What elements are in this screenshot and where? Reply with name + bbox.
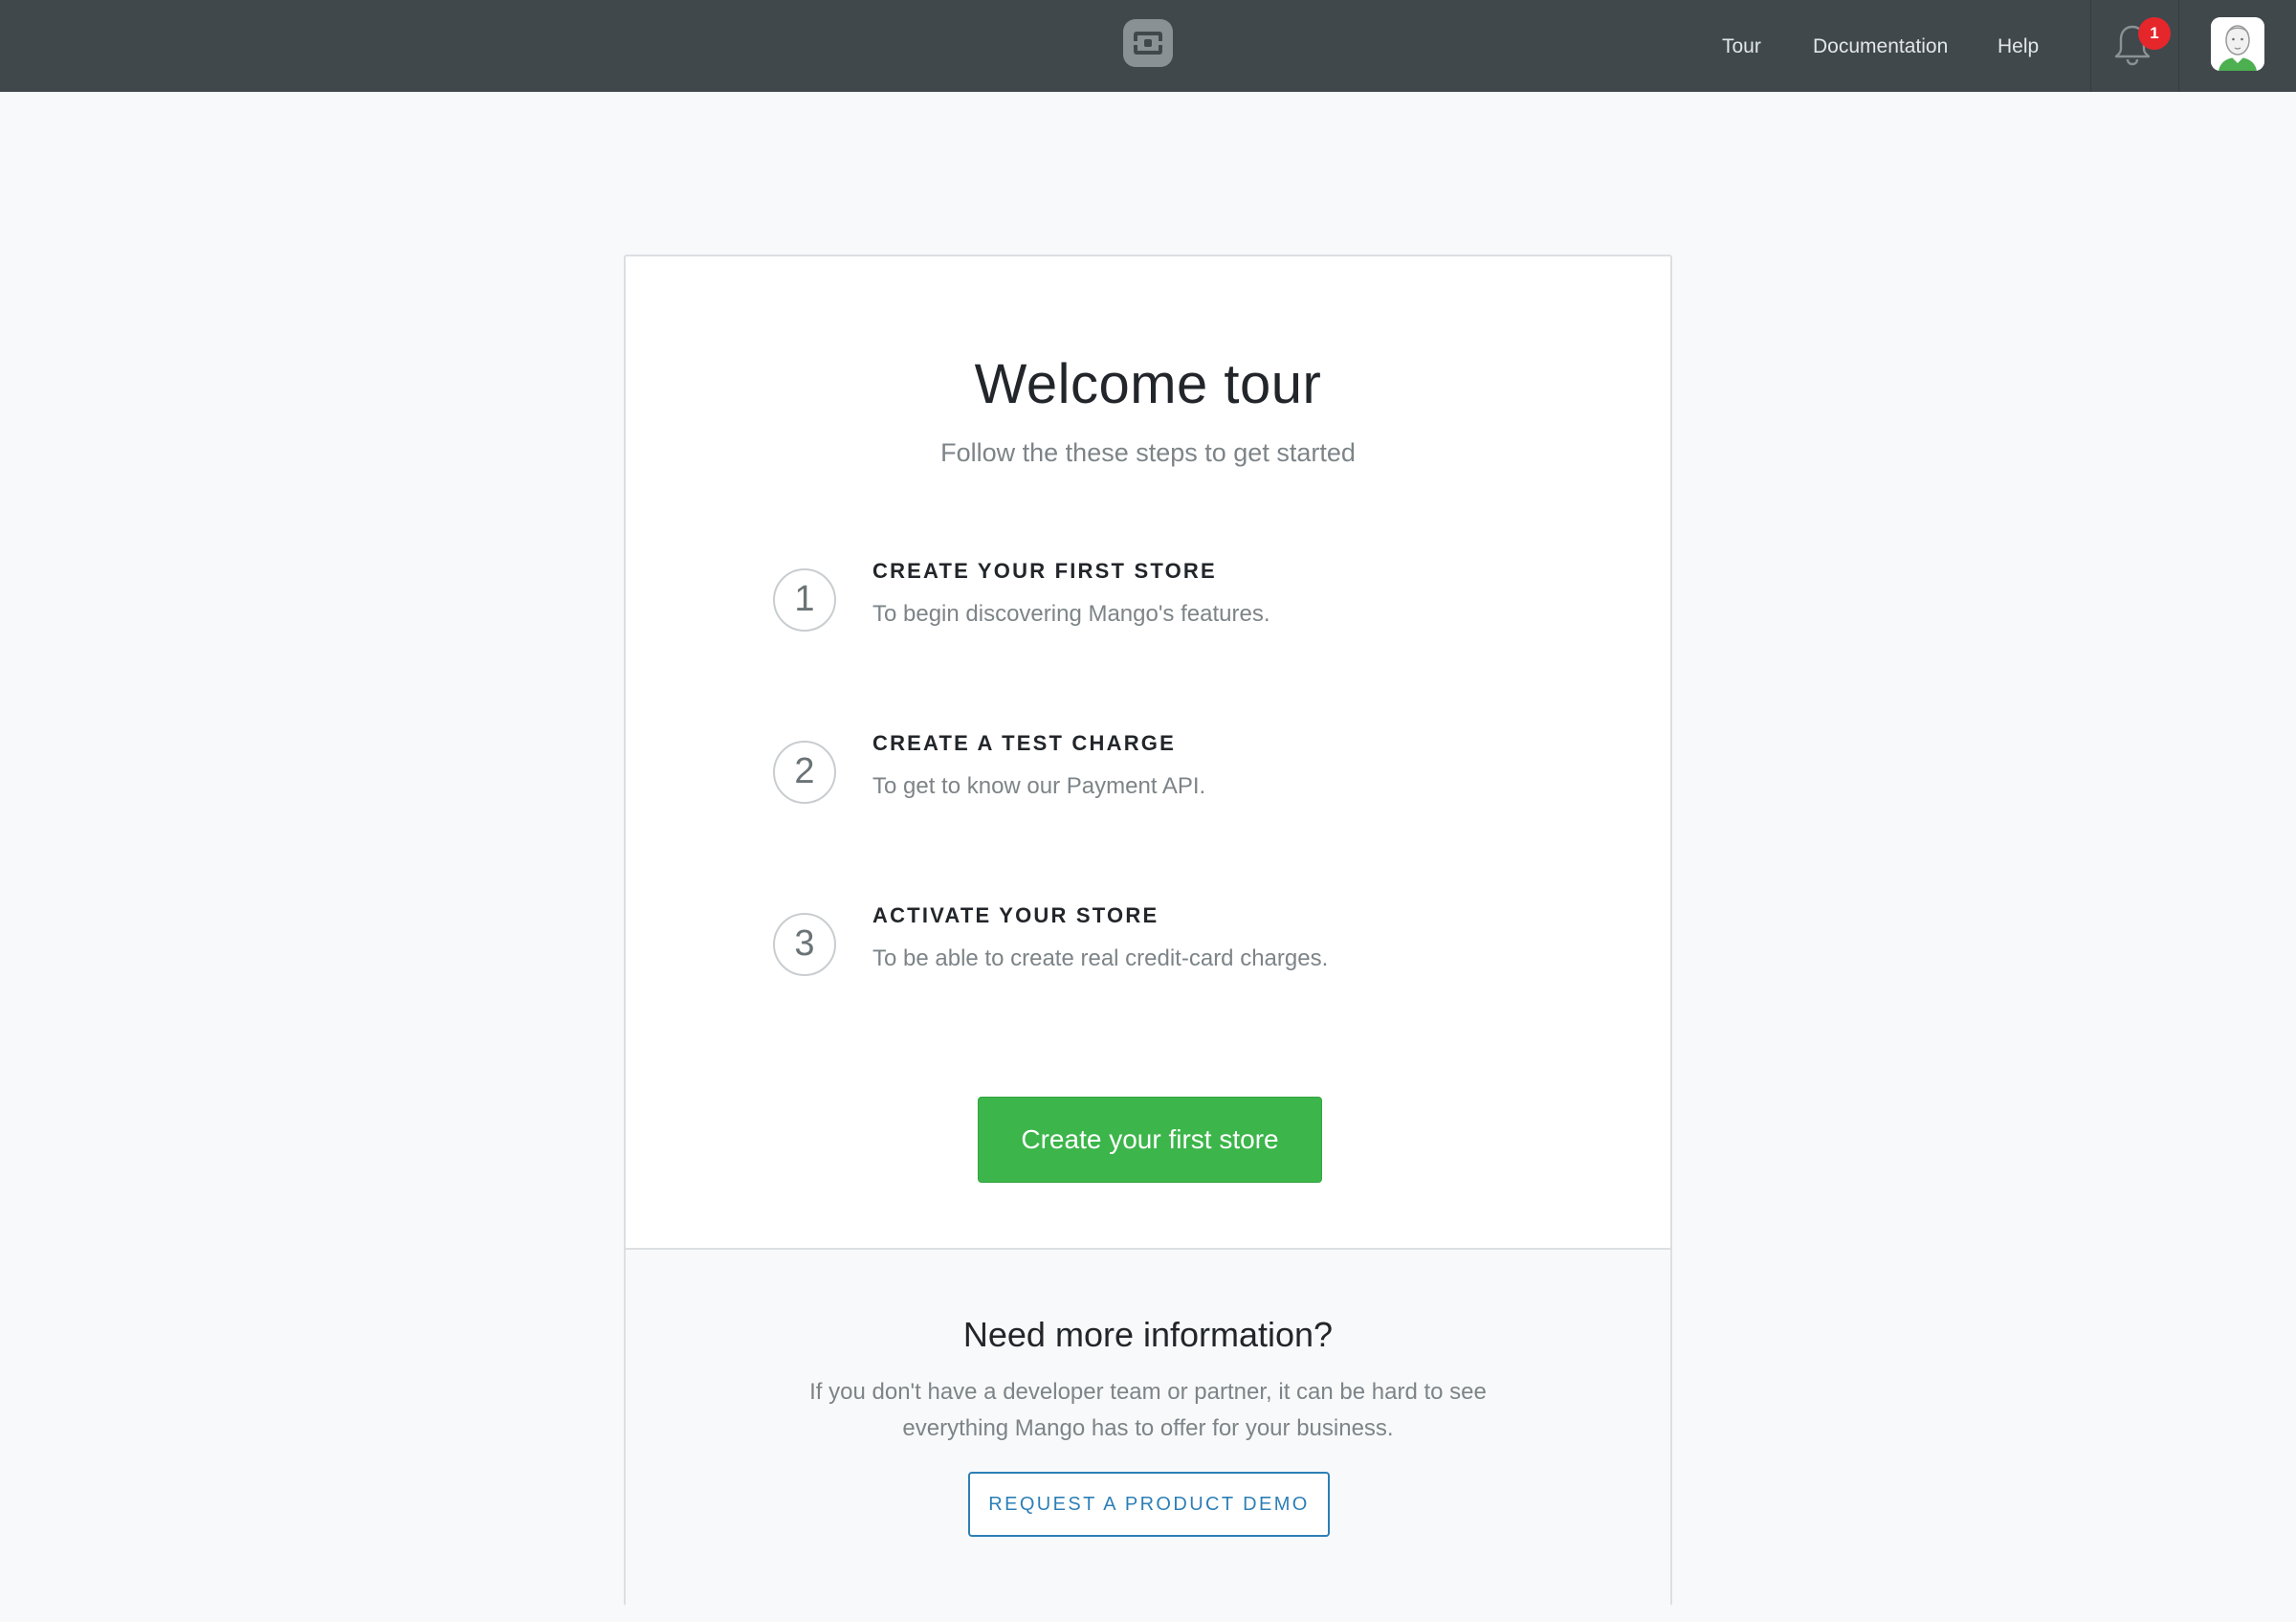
tour-step: 2 CREATE A TEST CHARGE To get to know ou… <box>773 731 1538 827</box>
user-avatar[interactable] <box>2211 17 2264 71</box>
page-title: Welcome tour <box>974 353 1322 415</box>
nav-link-tour[interactable]: Tour <box>1722 34 1761 59</box>
nav-link-help[interactable]: Help <box>1998 34 2039 59</box>
notification-count-badge: 1 <box>2138 17 2171 50</box>
logo-dot <box>1144 39 1152 47</box>
page-subtitle: Follow the these steps to get started <box>940 438 1356 467</box>
nav-link-documentation[interactable]: Documentation <box>1813 34 1948 59</box>
more-information-section: Need more information? If you don't have… <box>626 1248 1670 1606</box>
nav-divider <box>2178 0 2179 92</box>
step-description: To get to know our Payment API. <box>872 773 1206 799</box>
create-first-store-button[interactable]: Create your first store <box>978 1097 1322 1183</box>
welcome-tour-card: Welcome tour Follow the these steps to g… <box>624 255 1672 1606</box>
request-product-demo-button[interactable]: REQUEST A PRODUCT DEMO <box>968 1472 1330 1537</box>
step-title: ACTIVATE YOUR STORE <box>872 903 1159 927</box>
step-title: CREATE A TEST CHARGE <box>872 731 1176 755</box>
footer-title: Need more information? <box>962 1315 1334 1354</box>
step-title: CREATE YOUR FIRST STORE <box>872 559 1217 583</box>
footer-description: If you don't have a developer team or pa… <box>809 1379 1487 1441</box>
avatar-face-icon <box>2211 17 2264 71</box>
step-number-circle: 1 <box>773 568 836 632</box>
notifications-button[interactable]: 1 <box>2109 17 2171 71</box>
step-number-circle: 3 <box>773 913 836 976</box>
step-number-circle: 2 <box>773 741 836 804</box>
tour-step: 3 ACTIVATE YOUR STORE To be able to crea… <box>773 903 1538 999</box>
top-navigation-bar: Tour Documentation Help 1 <box>0 0 2296 92</box>
step-description: To be able to create real credit-card ch… <box>872 945 1329 971</box>
nav-divider <box>2090 0 2091 92</box>
step-description: To begin discovering Mango's features. <box>872 601 1270 627</box>
mango-logo-icon[interactable] <box>1123 19 1173 67</box>
tour-step: 1 CREATE YOUR FIRST STORE To begin disco… <box>773 559 1538 655</box>
